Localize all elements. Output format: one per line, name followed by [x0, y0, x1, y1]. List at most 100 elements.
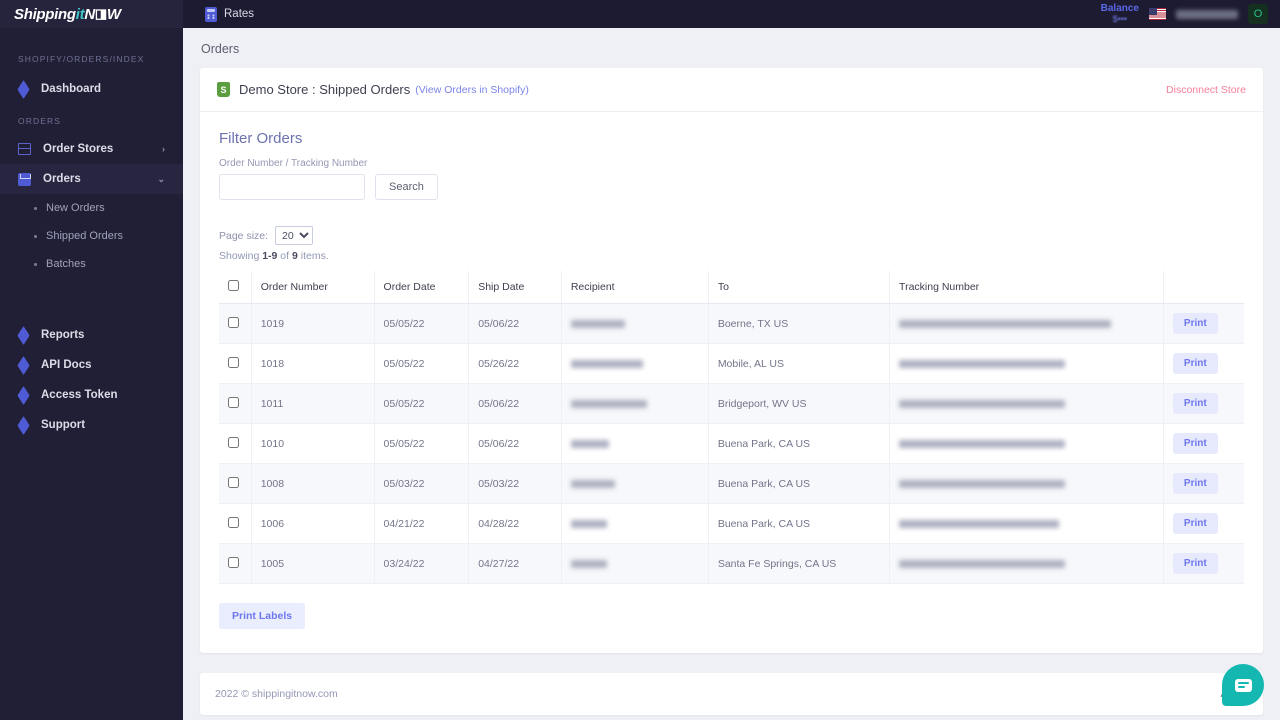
table-row[interactable]: 1005 03/24/22 04/27/22 Santa Fe Springs, CA… [219, 543, 1244, 584]
main-content: Orders Demo Store : Shipped Orders (View… [183, 28, 1280, 720]
row-select-cell [219, 463, 252, 504]
print-button[interactable]: Print [1172, 553, 1218, 574]
page-size-select[interactable]: 20 [275, 226, 314, 245]
cell-recipient [561, 543, 709, 584]
print-button[interactable]: Print [1172, 353, 1218, 374]
column-header-order-date: Order Date [374, 271, 470, 304]
sidebar-item-orders[interactable]: Orders ⌄ [0, 164, 183, 194]
table-row[interactable]: 1019 05/05/22 05/06/22 Boerne, TX US Print [219, 303, 1244, 344]
row-checkbox[interactable] [228, 516, 239, 528]
cell-order-number: 1019 [251, 303, 375, 344]
print-button[interactable]: Print [1172, 313, 1218, 334]
orders-card-body: Filter Orders Order Number / Tracking Nu… [200, 112, 1263, 653]
row-checkbox[interactable] [228, 316, 239, 328]
sidebar-item-dashboard[interactable]: Dashboard [0, 74, 183, 104]
table-header-row: Order Number Order Date Ship Date Recipi… [219, 271, 1244, 304]
sidebar-item-api-docs-label: API Docs [41, 359, 92, 371]
search-row: Search [219, 174, 1244, 200]
row-checkbox[interactable] [228, 356, 239, 368]
logo-text-n: N [84, 5, 95, 23]
cell-recipient [561, 303, 709, 344]
tracking-redacted [899, 359, 1066, 368]
page-size-label: Page size: [219, 229, 269, 242]
recipient-redacted [570, 439, 609, 448]
print-button[interactable]: Print [1172, 433, 1218, 454]
cell-to: Buena Park, CA US [708, 503, 891, 544]
select-all-checkbox[interactable] [228, 280, 239, 291]
footer-copyright: 2022 © shippingitnow.com [215, 688, 338, 700]
sidebar-item-shipped-orders[interactable]: Shipped Orders [0, 222, 183, 250]
chat-widget-button[interactable] [1222, 664, 1264, 706]
search-input[interactable] [219, 174, 365, 200]
calculator-icon [205, 6, 217, 22]
sidebar-item-support[interactable]: Support [0, 410, 183, 440]
cell-ship-date: 05/06/22 [468, 303, 562, 344]
column-header-order-number: Order Number [251, 271, 375, 304]
table-row[interactable]: 1006 04/21/22 04/28/22 Buena Park, CA US Pri… [219, 503, 1244, 544]
logo-text-w: W [106, 5, 121, 23]
print-button[interactable]: Print [1172, 473, 1218, 494]
print-button[interactable]: Print [1172, 393, 1218, 414]
cell-to: Mobile, AL US [708, 343, 891, 384]
recipient-redacted [570, 319, 625, 328]
view-orders-in-shopify-link[interactable]: (View Orders in Shopify) [415, 84, 529, 96]
table-row[interactable]: 1018 05/05/22 05/26/22 Mobile, AL US Print [219, 343, 1244, 384]
sidebar-item-access-token-label: Access Token [41, 389, 118, 401]
sidebar-breadcrumb: SHOPIFY/ORDERS/INDEX [18, 54, 145, 64]
print-button[interactable]: Print [1172, 513, 1218, 534]
row-select-cell [219, 303, 252, 344]
sidebar-item-order-stores[interactable]: Order Stores › [0, 134, 183, 164]
cell-to: Buena Park, CA US [708, 463, 891, 504]
balance-label: Balance [1100, 3, 1139, 15]
row-select-cell [219, 343, 252, 384]
sidebar-item-reports[interactable]: Reports [0, 320, 183, 350]
sidebar-item-new-orders[interactable]: New Orders [0, 194, 183, 222]
search-field-label: Order Number / Tracking Number [219, 158, 368, 169]
cell-tracking-number [889, 423, 1164, 464]
sidebar-item-api-docs[interactable]: API Docs [0, 350, 183, 380]
sidebar-item-orders-label: Orders [43, 173, 81, 185]
cell-recipient [561, 383, 709, 424]
cell-ship-date: 05/03/22 [468, 463, 562, 504]
diamond-icon [17, 79, 30, 99]
cell-order-number: 1018 [251, 343, 375, 384]
row-checkbox[interactable] [228, 556, 239, 568]
recipient-redacted [570, 519, 607, 528]
table-row[interactable]: 1008 05/03/22 05/03/22 Buena Park, CA US Pri… [219, 463, 1244, 504]
row-select-cell [219, 383, 252, 424]
cell-actions: Print [1163, 543, 1244, 584]
balance-amount: $••• [1112, 13, 1128, 24]
table-row[interactable]: 1010 05/05/22 05/06/22 Buena Park, CA US Pri… [219, 423, 1244, 464]
balance-widget[interactable]: Balance $••• [1101, 4, 1139, 24]
page-title: Orders [201, 42, 240, 56]
tracking-redacted [899, 479, 1066, 488]
sidebar-item-batches[interactable]: Batches [0, 250, 183, 278]
us-flag-icon[interactable] [1149, 8, 1166, 20]
bullet-icon [34, 206, 37, 210]
print-labels-button[interactable]: Print Labels [219, 603, 306, 629]
recipient-redacted [570, 559, 607, 568]
row-checkbox[interactable] [228, 436, 239, 448]
orders-table-body: 1019 05/05/22 05/06/22 Boerne, TX US Print 10… [219, 303, 1244, 584]
top-nav-rates[interactable]: Rates [205, 6, 254, 22]
tracking-redacted [899, 519, 1060, 528]
row-checkbox[interactable] [228, 396, 239, 408]
cell-tracking-number [889, 383, 1164, 424]
cell-actions: Print [1163, 463, 1244, 504]
avatar[interactable]: O [1248, 4, 1268, 24]
sidebar-item-access-token[interactable]: Access Token [0, 380, 183, 410]
sidebar-item-dashboard-label: Dashboard [41, 83, 102, 95]
search-button[interactable]: Search [375, 174, 438, 200]
chevron-down-icon: ⌄ [157, 173, 165, 184]
cell-recipient [561, 463, 709, 504]
row-checkbox[interactable] [228, 476, 239, 488]
cell-tracking-number [889, 303, 1164, 344]
disconnect-store-link[interactable]: Disconnect Store [1166, 84, 1246, 96]
sidebar-item-support-label: Support [41, 419, 86, 431]
app-logo[interactable]: Shipping it N ◨ W [0, 0, 183, 28]
bullet-icon [34, 262, 37, 266]
column-header-recipient: Recipient [561, 271, 709, 304]
page-size-row: Page size: 20 [219, 226, 1244, 245]
table-row[interactable]: 1011 05/05/22 05/06/22 Bridgeport, WV US Pri… [219, 383, 1244, 424]
